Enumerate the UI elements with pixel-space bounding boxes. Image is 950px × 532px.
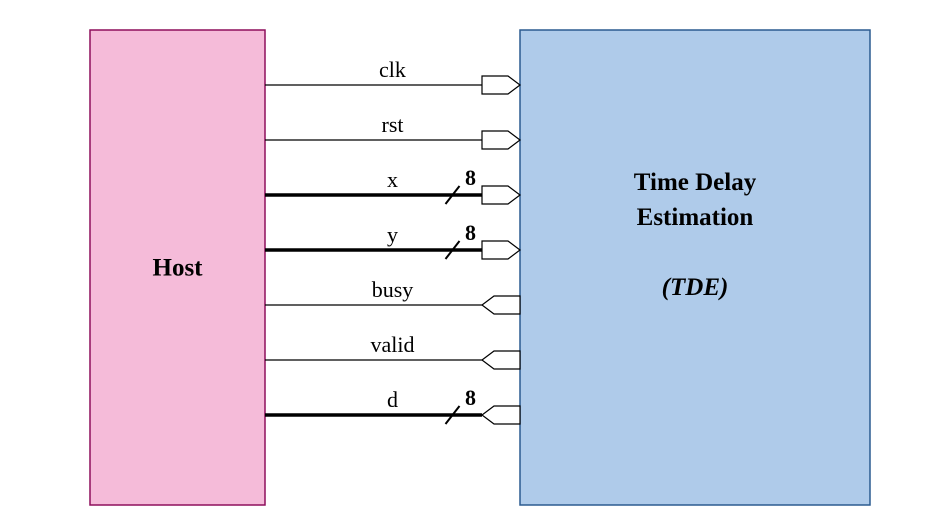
- arrow-left-icon: [482, 296, 520, 314]
- arrow-left-icon: [482, 351, 520, 369]
- bus-width-x: 8: [446, 165, 477, 204]
- arrow-right-icon: [482, 76, 520, 94]
- arrow-right-icon: [482, 186, 520, 204]
- tde-title-line2: Estimation: [637, 204, 754, 231]
- signal-label-x: x: [387, 167, 398, 192]
- signal-label-d: d: [387, 387, 398, 412]
- svg-text:8: 8: [465, 220, 476, 245]
- arrow-right-icon: [482, 131, 520, 149]
- host-label: Host: [153, 255, 204, 282]
- bus-width-y: 8: [446, 220, 477, 259]
- bus-width-d: 8: [446, 385, 477, 424]
- arrow-left-icon: [482, 406, 520, 424]
- arrow-right-icon: [482, 241, 520, 259]
- tde-subtitle: (TDE): [662, 274, 729, 301]
- svg-text:8: 8: [465, 165, 476, 190]
- signal-label-busy: busy: [372, 277, 414, 302]
- signal-label-rst: rst: [382, 112, 404, 137]
- tde-block: [520, 30, 870, 505]
- svg-text:8: 8: [465, 385, 476, 410]
- signal-label-clk: clk: [379, 57, 406, 82]
- signal-label-y: y: [387, 222, 398, 247]
- tde-title-line1: Time Delay: [634, 169, 757, 196]
- signal-label-valid: valid: [371, 332, 415, 357]
